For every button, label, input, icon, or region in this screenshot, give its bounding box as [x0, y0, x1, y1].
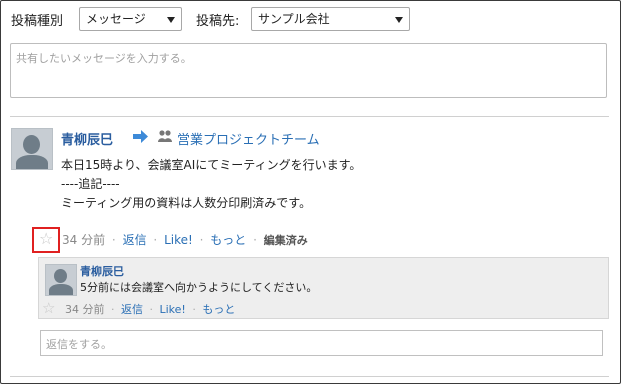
arrow-right-icon	[133, 130, 148, 143]
divider	[10, 376, 609, 377]
chevron-down-icon	[167, 17, 175, 23]
post-like-link[interactable]: Like!	[164, 233, 193, 247]
destination-select[interactable]: サンプル会社	[251, 7, 410, 31]
post-reply-link[interactable]: 返信	[123, 233, 147, 247]
group-people-icon	[158, 130, 172, 142]
avatar[interactable]	[45, 264, 77, 296]
post-meta: 34 分前 · 返信 · Like! · もっと · 編集済み	[62, 233, 308, 247]
divider	[10, 116, 609, 117]
category-select[interactable]: メッセージ	[79, 7, 182, 31]
post-line: ミーティング用の資料は人数分印刷済みです。	[61, 196, 312, 210]
reply-more-link[interactable]: もっと	[202, 303, 235, 316]
destination-select-value: サンプル会社	[258, 12, 330, 26]
star-icon[interactable]: ☆	[42, 300, 55, 316]
reply-input[interactable]: 返信をする。	[40, 330, 603, 356]
destination-label: 投稿先:	[196, 14, 240, 29]
compose-placeholder: 共有したいメッセージを入力する。	[16, 52, 192, 65]
reply-input-placeholder: 返信をする。	[46, 338, 112, 351]
post-more-link[interactable]: もっと	[210, 233, 246, 247]
reply-reply-link[interactable]: 返信	[121, 303, 143, 316]
post-time: 34 分前	[62, 233, 106, 247]
category-label: 投稿種別	[11, 14, 64, 29]
reply-text: 5分前には会議室へ向かうようにしてください。	[80, 281, 318, 294]
reply-meta: 34 分前 · 返信 · Like! · もっと	[65, 303, 236, 316]
post-group-link[interactable]: 営業プロジェクトチーム	[177, 129, 320, 148]
post-author[interactable]: 青柳辰巳	[61, 129, 113, 148]
category-select-value: メッセージ	[86, 12, 146, 26]
reply-time: 34 分前	[65, 303, 105, 316]
avatar[interactable]	[11, 128, 53, 170]
post-edited-label: 編集済み	[263, 234, 308, 247]
chevron-down-icon	[395, 17, 403, 23]
reply-author[interactable]: 青柳辰巳	[80, 263, 124, 279]
reply-like-link[interactable]: Like!	[160, 303, 186, 316]
post-line: ----追記----	[61, 177, 120, 191]
star-highlight-box	[32, 227, 60, 253]
message-compose-input[interactable]: 共有したいメッセージを入力する。	[10, 43, 607, 98]
post-line: 本日15時より、会議室AIにてミーティングを行います。	[61, 158, 362, 172]
